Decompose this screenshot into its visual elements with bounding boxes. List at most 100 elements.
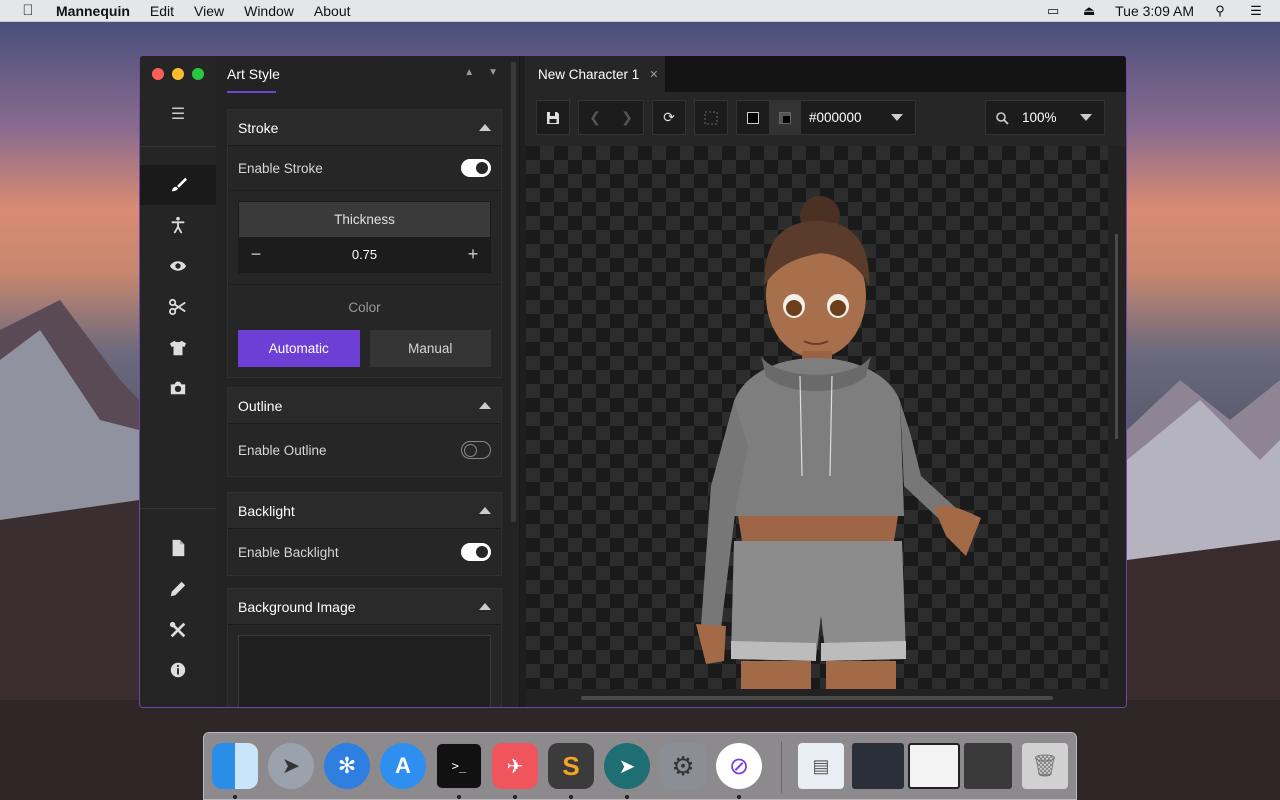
canvas-vertical-scrollbar[interactable] <box>1115 234 1118 439</box>
minimize-window-button[interactable] <box>172 68 184 80</box>
eject-icon[interactable]: ⏏ <box>1079 3 1099 19</box>
rail-camera[interactable] <box>140 368 216 408</box>
window-thumbnail-3[interactable] <box>964 743 1012 789</box>
trash-icon[interactable]: 🗑 <box>1022 743 1068 789</box>
thickness-control: Thickness − 0.75 + <box>238 201 491 273</box>
rail-clothing[interactable] <box>140 328 216 368</box>
backlight-section-header[interactable]: Backlight <box>228 493 501 529</box>
menu-about[interactable]: About <box>304 3 361 19</box>
enable-backlight-label: Enable Backlight <box>238 544 339 560</box>
thickness-value[interactable]: 0.75 <box>273 247 456 262</box>
panel-scrollbar[interactable] <box>511 62 516 522</box>
color-automatic-button[interactable]: Automatic <box>238 330 360 367</box>
enable-outline-row: Enable Outline <box>228 424 501 476</box>
maximize-window-button[interactable] <box>192 68 204 80</box>
camera-icon <box>170 381 186 395</box>
character-figure[interactable] <box>526 146 1108 689</box>
pencil-icon <box>170 581 186 597</box>
app-store-icon[interactable]: A <box>380 743 426 789</box>
background-swatch-icon[interactable] <box>737 101 769 134</box>
send-app-icon[interactable]: ➤ <box>604 743 650 789</box>
tab-new-character-1[interactable]: New Character 1 ✕ <box>525 56 665 92</box>
rail-file[interactable] <box>140 528 216 568</box>
running-indicator <box>625 795 629 799</box>
airplay-icon[interactable]: ▭ <box>1043 3 1063 19</box>
menu-window[interactable]: Window <box>234 3 304 19</box>
rail-info[interactable] <box>140 650 216 690</box>
game-app-icon[interactable]: ✈ <box>492 743 538 789</box>
document-tab-bar: New Character 1 ✕ <box>525 56 1126 92</box>
enable-stroke-label: Enable Stroke <box>238 160 323 176</box>
background-image-section-header[interactable]: Background Image <box>228 589 501 625</box>
menubar-clock[interactable]: Tue 3:09 AM <box>1115 3 1194 19</box>
spotlight-search-icon[interactable]: ⚲ <box>1210 3 1230 19</box>
menu-bar:  Mannequin Edit View Window About ▭ ⏏ T… <box>0 0 1280 22</box>
close-window-button[interactable] <box>152 68 164 80</box>
backlight-section-title: Backlight <box>238 502 295 519</box>
character-canvas[interactable] <box>526 146 1108 689</box>
rail-pose[interactable] <box>140 205 216 245</box>
app-window: ☰ Art Style ▲ ▼ Stroke Enable Stroke Thi… <box>139 55 1127 708</box>
window-thumbnail-2[interactable] <box>908 743 960 789</box>
panel-nav-arrows: ▲ ▼ <box>464 67 498 78</box>
collapse-caret-icon[interactable] <box>479 603 491 610</box>
stroke-section-header[interactable]: Stroke <box>228 110 501 146</box>
foreground-swatch-icon[interactable] <box>769 101 801 134</box>
mannequin-app-icon[interactable]: ⊘ <box>716 743 762 789</box>
notification-center-icon[interactable]: ☰ <box>1246 3 1266 19</box>
color-manual-button[interactable]: Manual <box>369 330 491 367</box>
save-icon[interactable] <box>537 101 569 134</box>
panel-prev-icon[interactable]: ▲ <box>464 67 474 78</box>
background-image-drop-area[interactable] <box>238 635 491 707</box>
enable-outline-toggle[interactable] <box>461 441 491 459</box>
collapse-caret-icon[interactable] <box>479 402 491 409</box>
collapse-caret-icon[interactable] <box>479 507 491 514</box>
outline-section-header[interactable]: Outline <box>228 388 501 424</box>
color-dropdown-chevron-down-icon[interactable] <box>891 114 903 121</box>
crop-selection-icon[interactable] <box>695 101 727 134</box>
close-tab-icon[interactable]: ✕ <box>649 68 658 81</box>
running-indicator <box>569 795 573 799</box>
undo-chevron-left-icon[interactable]: ❮ <box>579 101 611 134</box>
zoom-value[interactable]: 100% <box>1018 110 1074 125</box>
launchpad-icon[interactable]: ➤ <box>268 743 314 789</box>
enable-backlight-row: Enable Backlight <box>228 529 501 575</box>
thickness-increment-button[interactable]: + <box>456 244 490 265</box>
menu-view[interactable]: View <box>184 3 234 19</box>
thickness-label: Thickness <box>239 202 490 237</box>
safari-icon[interactable]: ✻ <box>324 743 370 789</box>
rail-cut[interactable] <box>140 287 216 327</box>
enable-stroke-toggle[interactable] <box>461 159 491 177</box>
panel-title[interactable]: Art Style <box>227 66 280 82</box>
panel-next-icon[interactable]: ▼ <box>488 67 498 78</box>
outline-section-title: Outline <box>238 397 283 414</box>
rail-art-style[interactable] <box>140 165 216 205</box>
thickness-stepper: − 0.75 + <box>239 237 490 272</box>
sublime-text-icon[interactable]: S <box>548 743 594 789</box>
finder-icon[interactable] <box>212 743 258 789</box>
brush-icon <box>171 177 187 192</box>
tools-icon <box>169 621 186 638</box>
canvas-toolbar: ❮ ❯ ⟳ #000000 100% <box>525 92 1126 146</box>
window-thumbnail-1[interactable] <box>852 743 904 789</box>
menu-edit[interactable]: Edit <box>140 3 184 19</box>
color-hex-value[interactable]: #000000 <box>801 110 885 125</box>
hamburger-menu-icon[interactable]: ☰ <box>140 104 216 124</box>
redo-chevron-right-icon[interactable]: ❯ <box>611 101 643 134</box>
apple-menu-icon[interactable]:  <box>0 2 56 19</box>
canvas-horizontal-scrollbar[interactable] <box>581 696 1053 700</box>
thickness-decrement-button[interactable]: − <box>239 244 273 265</box>
rail-tools[interactable] <box>140 610 216 650</box>
collapse-caret-icon[interactable] <box>479 124 491 131</box>
rail-view[interactable] <box>140 246 216 286</box>
terminal-icon[interactable]: >_ <box>436 743 482 789</box>
menu-app-name[interactable]: Mannequin <box>56 3 140 19</box>
zoom-dropdown-chevron-down-icon[interactable] <box>1080 114 1092 121</box>
refresh-icon[interactable]: ⟳ <box>653 101 685 134</box>
system-preferences-icon[interactable]: ⚙ <box>660 743 706 789</box>
running-indicator <box>737 795 741 799</box>
rail-edit[interactable] <box>140 569 216 609</box>
preview-icon[interactable]: ▤ <box>798 743 844 789</box>
enable-backlight-toggle[interactable] <box>461 543 491 561</box>
rail-divider-bottom <box>140 508 216 509</box>
